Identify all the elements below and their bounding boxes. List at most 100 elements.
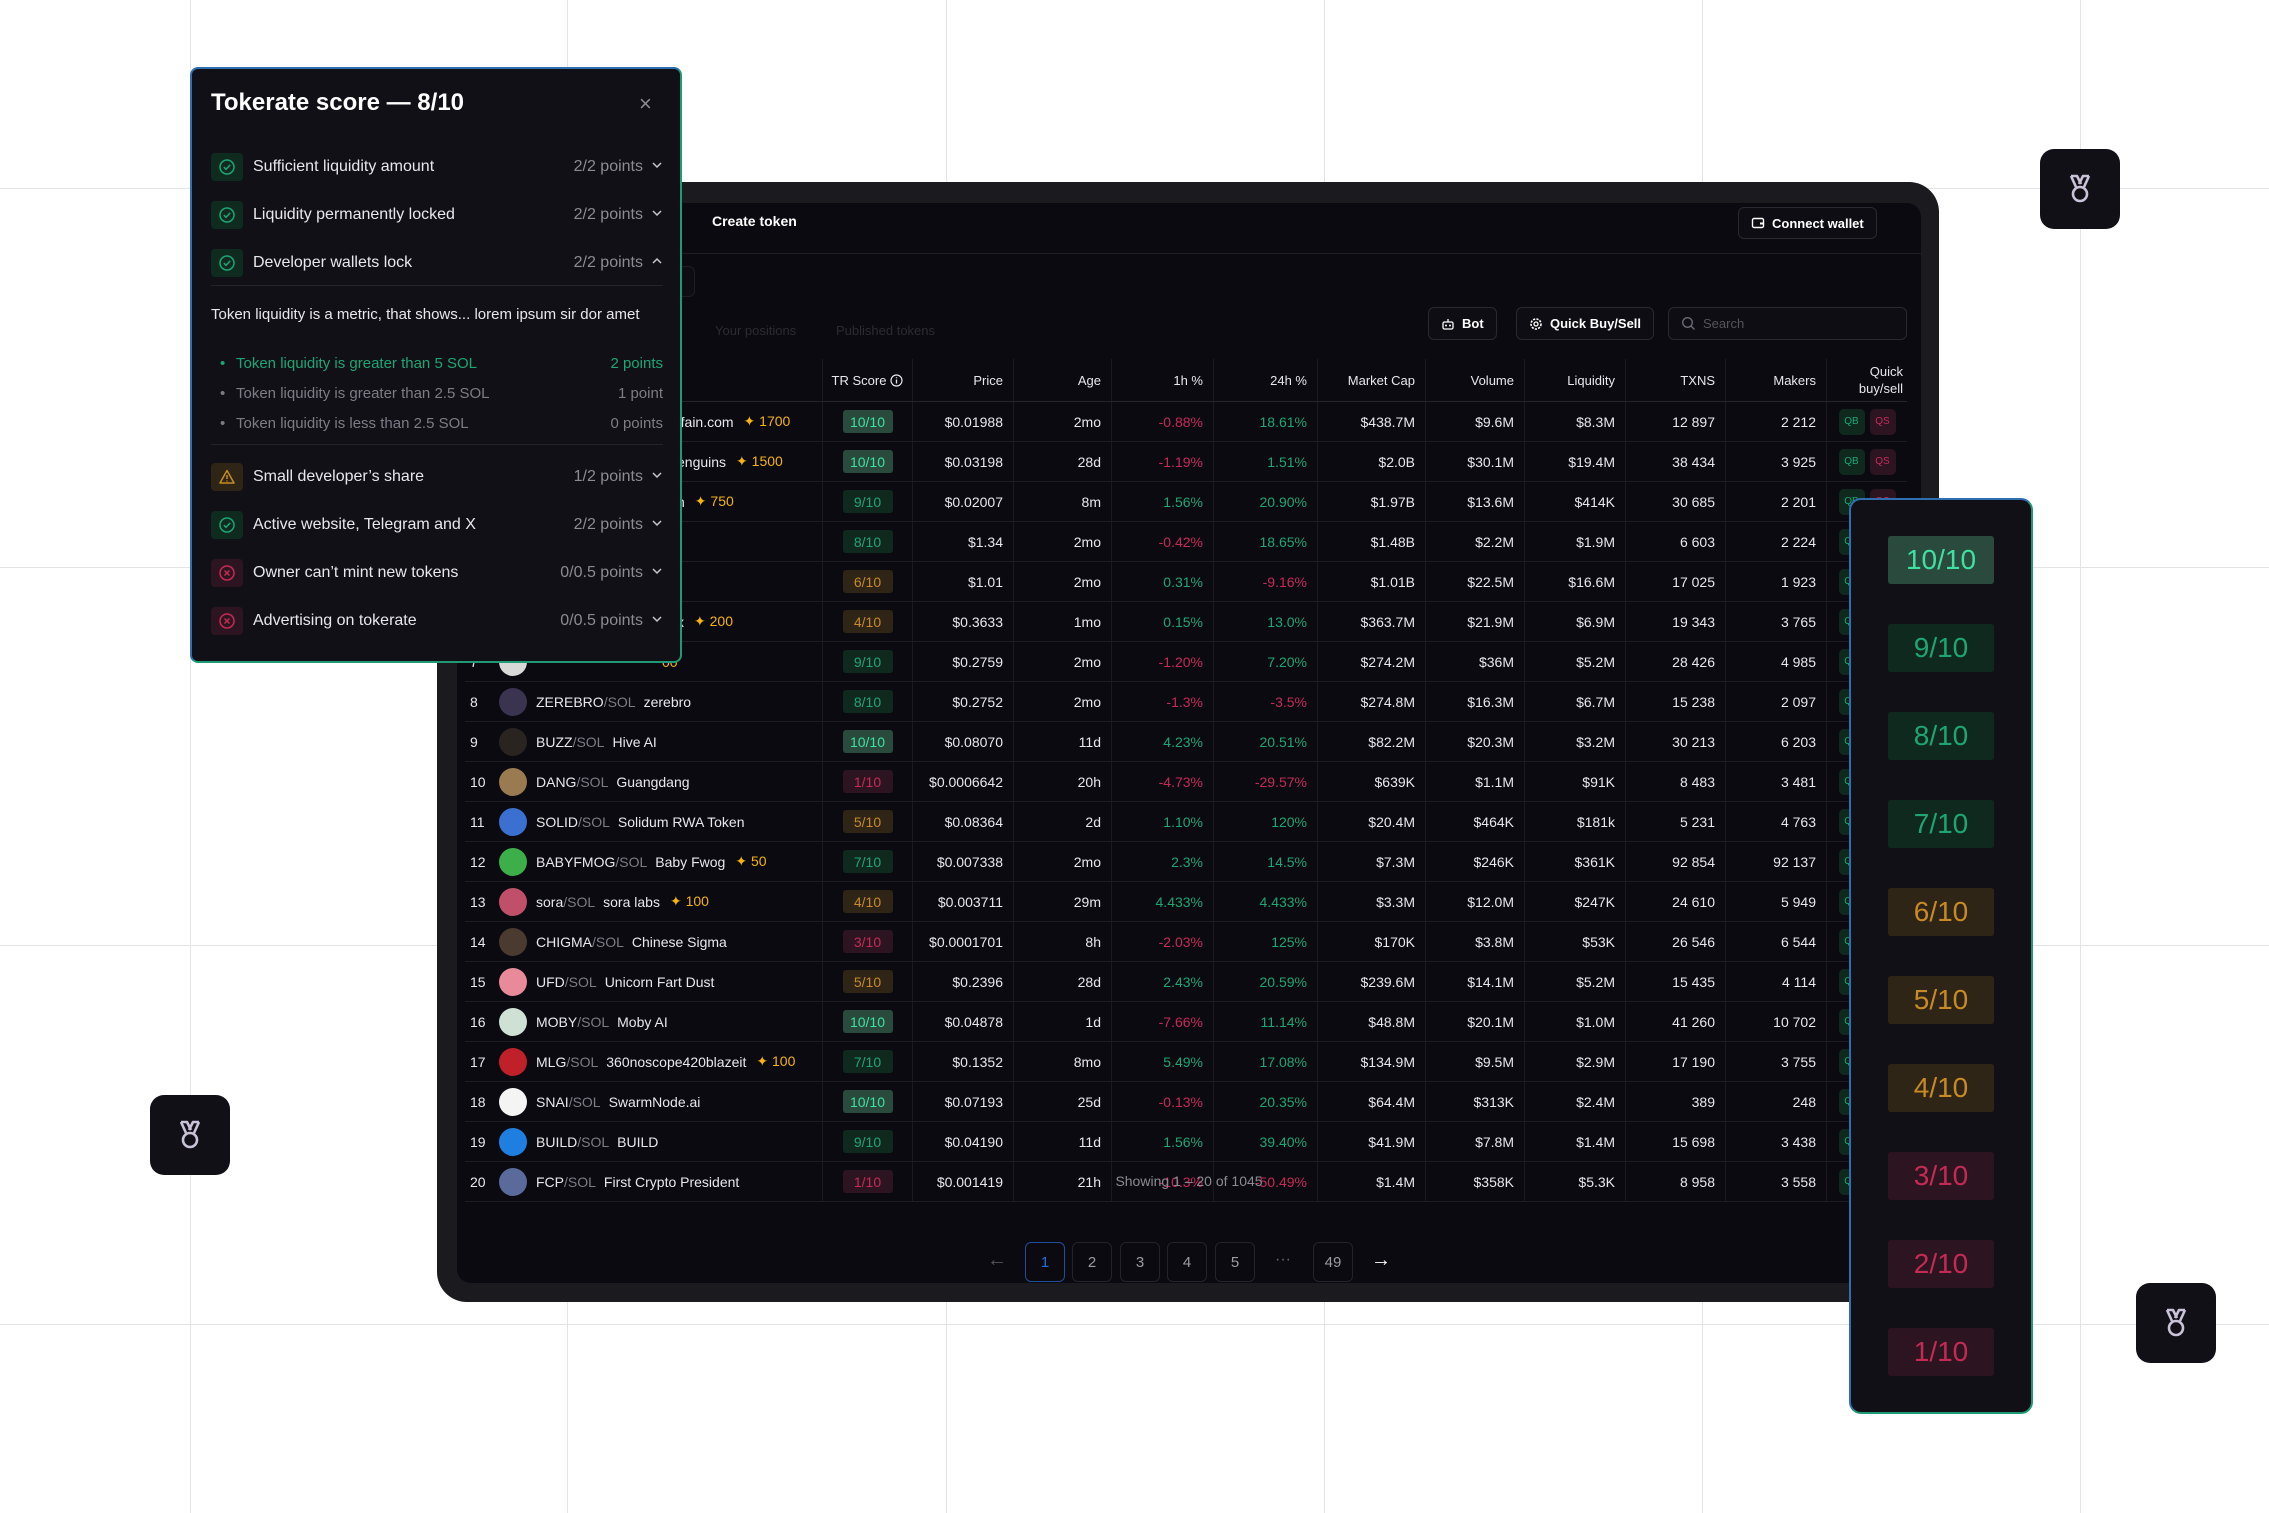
header-24h[interactable]: 24h % <box>1213 359 1317 401</box>
table-row[interactable]: 10 DANG/SOL Guangdang 1/10 $0.0006642 20h -4.7… <box>465 762 1907 802</box>
connect-wallet-button[interactable]: Connect wallet <box>1738 207 1877 239</box>
score-badge[interactable]: 5/10 <box>842 810 893 833</box>
score-criterion[interactable]: Developer wallets lock 2/2 points <box>211 248 663 278</box>
quick-sell-button[interactable]: QS <box>1869 448 1896 475</box>
score-badge[interactable]: 7/10 <box>842 1050 893 1073</box>
header-market-cap[interactable]: Market Cap <box>1317 359 1425 401</box>
chevron-down-icon[interactable] <box>651 468 663 486</box>
tab-your-positions[interactable]: Your positions <box>715 323 796 338</box>
close-icon[interactable]: × <box>639 91 652 117</box>
score-scale-badge: 9/10 <box>1888 624 1994 672</box>
prev-page-arrow[interactable]: ← <box>987 1249 1007 1272</box>
score-badge[interactable]: 10/10 <box>842 450 893 473</box>
table-row[interactable]: 9 BUZZ/SOL Hive AI 10/10 $0.08070 11d 4.23% 20.… <box>465 722 1907 762</box>
score-criterion[interactable]: Liquidity permanently locked 2/2 points <box>211 200 663 230</box>
score-badge[interactable]: 8/10 <box>842 690 893 713</box>
chevron-up-icon[interactable] <box>651 254 663 272</box>
token-cell[interactable]: 18 SNAI/SOL SwarmNode.ai <box>465 1082 822 1121</box>
table-row[interactable]: 13 sora/SOL sora labs ✦ 100 4/10 $0.003711 29m… <box>465 882 1907 922</box>
search-input[interactable]: Search <box>1668 307 1907 340</box>
header-price[interactable]: Price <box>912 359 1013 401</box>
medal-button[interactable] <box>150 1095 230 1175</box>
info-icon[interactable] <box>890 373 904 387</box>
table-row[interactable]: 17 MLG/SOL 360noscope420blazeit ✦ 100 7/10 $0… <box>465 1042 1907 1082</box>
token-name: Moby AI <box>617 1013 668 1030</box>
quick-buy-button[interactable]: QB <box>1838 408 1865 435</box>
page-button-last[interactable]: 49 <box>1313 1242 1353 1282</box>
quick-buy-button[interactable]: QB <box>1838 448 1865 475</box>
score-badge[interactable]: 9/10 <box>842 1130 893 1153</box>
score-badge[interactable]: 10/10 <box>842 730 893 753</box>
quick-sell-button[interactable]: QS <box>1869 408 1896 435</box>
token-cell[interactable]: 17 MLG/SOL 360noscope420blazeit ✦ 100 <box>465 1042 822 1081</box>
score-criterion[interactable]: Small developer’s share 1/2 points <box>211 462 663 492</box>
h24-cell: 14.5% <box>1213 842 1317 881</box>
score-badge[interactable]: 4/10 <box>842 890 893 913</box>
h24-cell: 20.90% <box>1213 482 1317 521</box>
score-badge[interactable]: 4/10 <box>842 610 893 633</box>
header-1h[interactable]: 1h % <box>1111 359 1213 401</box>
quick-buy-sell-button[interactable]: Quick Buy/Sell <box>1516 307 1655 340</box>
score-badge[interactable]: 3/10 <box>842 930 893 953</box>
showing-count: Showing 1 – 20 of 1045 <box>1115 1173 1263 1189</box>
header-tr-score[interactable]: TR Score <box>822 359 912 401</box>
score-criterion[interactable]: Advertising on tokerate 0/0.5 points <box>211 606 663 636</box>
token-cell[interactable]: 19 BUILD/SOL BUILD <box>465 1122 822 1161</box>
chevron-down-icon[interactable] <box>651 612 663 630</box>
chevron-down-icon[interactable] <box>651 516 663 534</box>
price-cell: $0.03198 <box>912 442 1013 481</box>
token-cell[interactable]: 11 SOLID/SOL Solidum RWA Token <box>465 802 822 841</box>
score-badge[interactable]: 10/10 <box>842 1010 893 1033</box>
table-row[interactable]: 11 SOLID/SOL Solidum RWA Token 5/10 $0.08364… <box>465 802 1907 842</box>
chevron-down-icon[interactable] <box>651 158 663 176</box>
page-button[interactable]: 4 <box>1167 1242 1207 1282</box>
token-cell[interactable]: 10 DANG/SOL Guangdang <box>465 762 822 801</box>
bot-button[interactable]: Bot <box>1428 307 1497 340</box>
header-makers[interactable]: Makers <box>1725 359 1826 401</box>
score-badge[interactable]: 7/10 <box>842 850 893 873</box>
table-row[interactable]: 15 UFD/SOL Unicorn Fart Dust 5/10 $0.2396 28d… <box>465 962 1907 1002</box>
header-liquidity[interactable]: Liquidity <box>1524 359 1625 401</box>
score-badge[interactable]: 9/10 <box>842 490 893 513</box>
chevron-down-icon[interactable] <box>651 206 663 224</box>
score-criterion[interactable]: Active website, Telegram and X 2/2 points <box>211 510 663 540</box>
next-page-arrow[interactable]: → <box>1371 1249 1391 1272</box>
page-button[interactable]: 3 <box>1120 1242 1160 1282</box>
medal-button[interactable] <box>2040 149 2120 229</box>
score-badge[interactable]: 9/10 <box>842 650 893 673</box>
token-cell[interactable]: 8 ZEREBRO/SOL zerebro <box>465 682 822 721</box>
tab-published-tokens[interactable]: Published tokens <box>836 323 935 338</box>
table-row[interactable]: 19 BUILD/SOL BUILD 9/10 $0.04190 11d 1.56% 39.4… <box>465 1122 1907 1162</box>
table-row[interactable]: 16 MOBY/SOL Moby AI 10/10 $0.04878 1d -7.66% 11… <box>465 1002 1907 1042</box>
score-badge[interactable]: 10/10 <box>842 1090 893 1113</box>
score-badge[interactable]: 6/10 <box>842 570 893 593</box>
header-txns[interactable]: TXNS <box>1625 359 1725 401</box>
score-badge[interactable]: 5/10 <box>842 970 893 993</box>
score-criterion[interactable]: Owner can’t mint new tokens 0/0.5 points <box>211 558 663 588</box>
score-badge[interactable]: 8/10 <box>842 530 893 553</box>
page-button[interactable]: 2 <box>1072 1242 1112 1282</box>
table-row[interactable]: 12 BABYFMOG/SOL Baby Fwog ✦ 50 7/10 $0.007338… <box>465 842 1907 882</box>
token-cell[interactable]: 16 MOBY/SOL Moby AI <box>465 1002 822 1041</box>
page-button[interactable]: 1 <box>1025 1242 1065 1282</box>
h1-cell: 2.43% <box>1111 962 1213 1001</box>
header-volume[interactable]: Volume <box>1425 359 1524 401</box>
price-cell: $0.04190 <box>912 1122 1013 1161</box>
criterion-points: 1/2 points <box>573 468 643 485</box>
table-row[interactable]: 18 SNAI/SOL SwarmNode.ai 10/10 $0.07193 25d -0… <box>465 1082 1907 1122</box>
score-criterion[interactable]: Sufficient liquidity amount 2/2 points <box>211 152 663 182</box>
score-badge[interactable]: 10/10 <box>842 410 893 433</box>
token-cell[interactable]: 13 sora/SOL sora labs ✦ 100 <box>465 882 822 921</box>
token-cell[interactable]: 14 CHIGMA/SOL Chinese Sigma <box>465 922 822 961</box>
score-badge[interactable]: 1/10 <box>842 770 893 793</box>
token-cell[interactable]: 12 BABYFMOG/SOL Baby Fwog ✦ 50 <box>465 842 822 881</box>
header-age[interactable]: Age <box>1013 359 1111 401</box>
token-cell[interactable]: 9 BUZZ/SOL Hive AI <box>465 722 822 761</box>
token-cell[interactable]: 15 UFD/SOL Unicorn Fart Dust <box>465 962 822 1001</box>
table-row[interactable]: 14 CHIGMA/SOL Chinese Sigma 3/10 $0.0001701 8… <box>465 922 1907 962</box>
medal-button[interactable] <box>2136 1283 2216 1363</box>
chevron-down-icon[interactable] <box>651 564 663 582</box>
nav-create-token[interactable]: Create token <box>712 213 797 229</box>
table-row[interactable]: 8 ZEREBRO/SOL zerebro 8/10 $0.2752 2mo -1.3% -3… <box>465 682 1907 722</box>
page-button[interactable]: 5 <box>1215 1242 1255 1282</box>
